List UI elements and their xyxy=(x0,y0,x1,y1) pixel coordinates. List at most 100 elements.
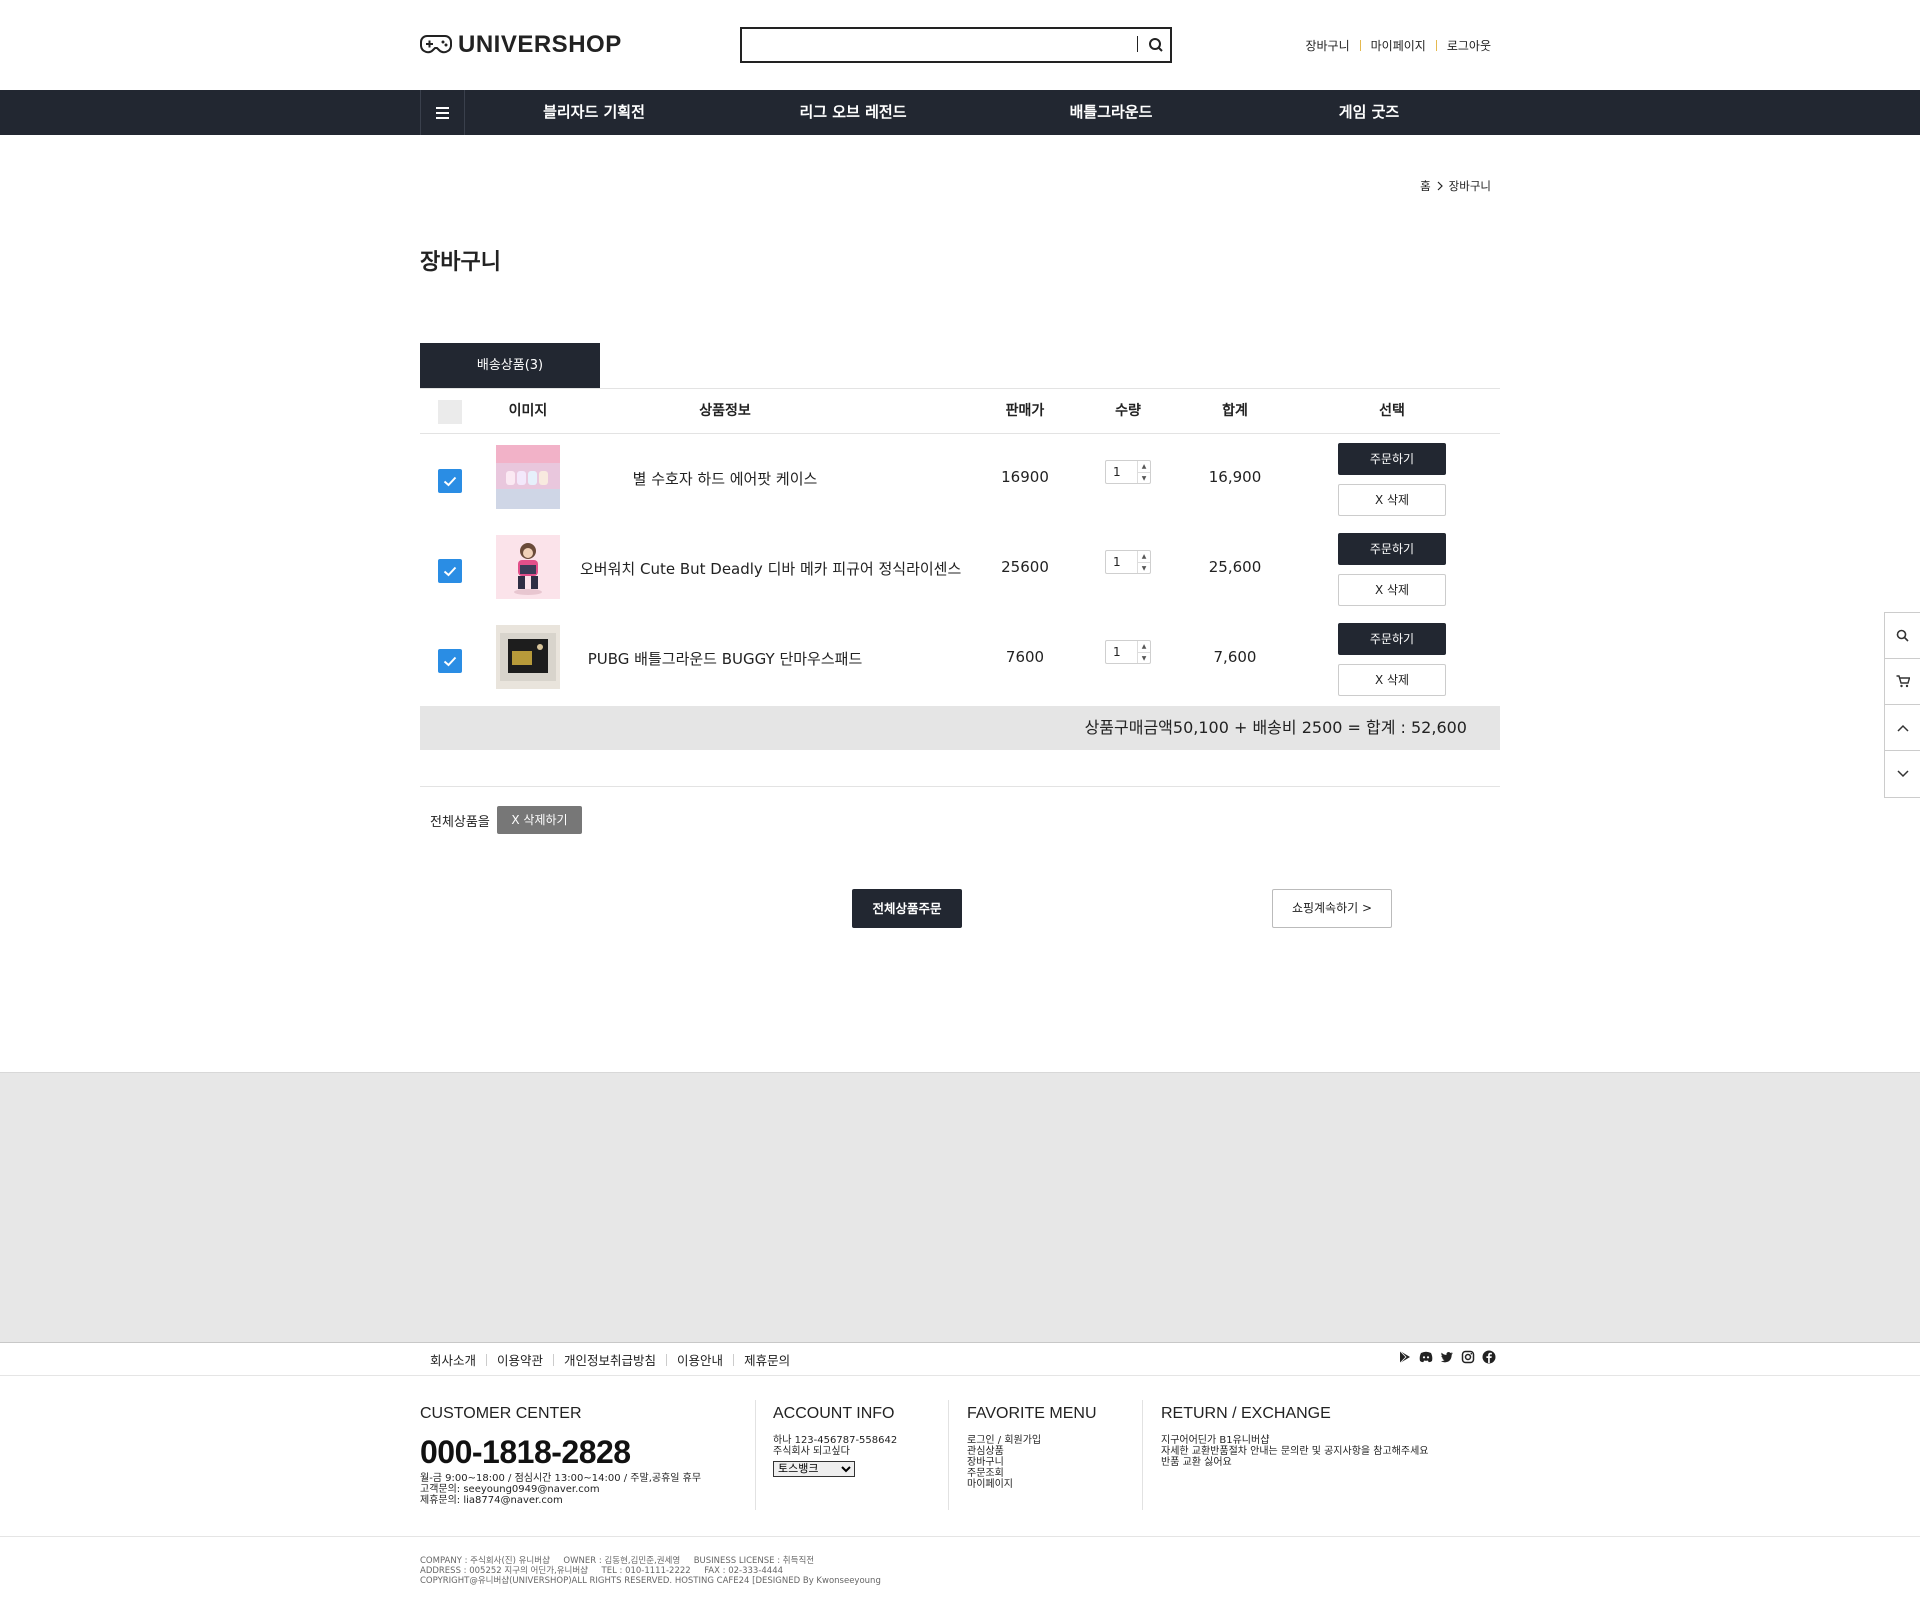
customer-center-contact: 고객문의: seeyoung0949@naver.com xyxy=(420,1484,600,1495)
favorite-link-cart[interactable]: 장바구니 xyxy=(967,1457,1097,1468)
check-icon xyxy=(443,566,457,576)
bank-select[interactable]: 토스뱅크 xyxy=(773,1461,855,1477)
caret-down-icon[interactable]: ▼ xyxy=(1138,652,1150,664)
logout-link[interactable]: 로그아웃 xyxy=(1447,37,1491,54)
search-icon[interactable] xyxy=(1885,613,1920,659)
footer-link-partnership[interactable]: 제휴문의 xyxy=(734,1350,800,1369)
row-total: 7,600 xyxy=(1213,648,1257,666)
breadcrumb-current: 장바구니 xyxy=(1448,179,1491,193)
product-image-mousepad[interactable] xyxy=(496,625,560,689)
row-checkbox[interactable] xyxy=(438,469,462,493)
customer-center-hours: 월-금 9:00~18:00 / 점심시간 13:00~14:00 / 주말,공… xyxy=(420,1473,702,1484)
product-name[interactable]: PUBG 배틀그라운드 BUGGY 단마우스패드 xyxy=(580,648,870,669)
table-row: PUBG 배틀그라운드 BUGGY 단마우스패드 7600 1 ▲ ▼ 7,600… xyxy=(420,615,1500,705)
footer-link-company[interactable]: 회사소개 xyxy=(420,1350,486,1369)
account-holder: 주식회사 되고싶다 xyxy=(773,1446,850,1457)
order-all-button[interactable]: 전체상품주문 xyxy=(852,889,962,928)
account-number: 하나 123-456787-558642 xyxy=(773,1435,898,1446)
footer-link-privacy[interactable]: 개인정보취급방침 xyxy=(554,1350,666,1369)
facebook-icon[interactable] xyxy=(1482,1350,1496,1364)
favorite-link-mypage[interactable]: 마이페이지 xyxy=(967,1479,1097,1490)
tab-delivery-items[interactable]: 배송상품(3) xyxy=(420,343,600,388)
delete-button[interactable]: X 삭제 xyxy=(1338,574,1446,606)
quantity-stepper[interactable]: 1 ▲ ▼ xyxy=(1105,640,1151,664)
mypage-link[interactable]: 마이페이지 xyxy=(1371,37,1426,54)
header-select: 선택 xyxy=(1379,403,1405,419)
header-total: 합계 xyxy=(1222,403,1248,419)
google-play-icon[interactable] xyxy=(1398,1350,1412,1364)
logo-text: UNIVERSHOP xyxy=(458,31,622,58)
check-icon xyxy=(443,476,457,486)
search-divider xyxy=(1137,36,1138,52)
product-image-airpods-case[interactable] xyxy=(496,445,560,509)
menu-button[interactable] xyxy=(420,90,465,135)
breadcrumb: 홈 장바구니 xyxy=(1420,178,1491,194)
discord-icon[interactable] xyxy=(1419,1350,1433,1364)
caret-up-icon[interactable]: ▲ xyxy=(1138,641,1150,652)
nav-item-goods[interactable]: 게임 굿즈 xyxy=(1240,90,1498,135)
arrow-up-icon[interactable] xyxy=(1885,705,1920,751)
search-bar xyxy=(740,27,1172,63)
twitter-icon[interactable] xyxy=(1440,1350,1454,1364)
quantity-stepper[interactable]: 1 ▲ ▼ xyxy=(1105,460,1151,484)
order-button[interactable]: 주문하기 xyxy=(1338,443,1446,475)
quantity-stepper[interactable]: 1 ▲ ▼ xyxy=(1105,550,1151,574)
quantity-spinner[interactable]: ▲ ▼ xyxy=(1137,551,1150,573)
caret-up-icon[interactable]: ▲ xyxy=(1138,461,1150,472)
quantity-value[interactable]: 1 xyxy=(1106,555,1137,569)
arrow-down-icon[interactable] xyxy=(1885,751,1920,797)
product-name[interactable]: 별 수호자 하드 에어팟 케이스 xyxy=(580,468,870,489)
nav-item-blizzard[interactable]: 블리자드 기획전 xyxy=(465,90,723,135)
footer-column-divider xyxy=(948,1400,949,1510)
search-input[interactable] xyxy=(742,29,1122,59)
favorite-link-wishlist[interactable]: 관심상품 xyxy=(967,1446,1097,1457)
favorite-menu-title: FAVORITE MENU xyxy=(967,1405,1097,1422)
delete-button[interactable]: X 삭제 xyxy=(1338,484,1446,516)
footer-band xyxy=(0,1072,1920,1343)
cart-link[interactable]: 장바구니 xyxy=(1305,37,1349,54)
order-button[interactable]: 주문하기 xyxy=(1338,533,1446,565)
logo[interactable]: UNIVERSHOP xyxy=(420,31,622,58)
nav-item-lol[interactable]: 리그 오브 레전드 xyxy=(724,90,982,135)
caret-down-icon[interactable]: ▼ xyxy=(1138,472,1150,484)
delete-button[interactable]: X 삭제 xyxy=(1338,664,1446,696)
bulk-label: 전체상품을 xyxy=(430,815,490,830)
row-checkbox[interactable] xyxy=(438,649,462,673)
divider xyxy=(420,786,1500,787)
table-row: 오버워치 Cute But Deadly 디바 메카 피규어 정식라이센스 25… xyxy=(420,525,1500,615)
select-all-checkbox[interactable] xyxy=(438,400,462,424)
favorite-link-login[interactable]: 로그인 / 회원가입 xyxy=(967,1435,1097,1446)
quantity-spinner[interactable]: ▲ ▼ xyxy=(1137,641,1150,663)
cart-icon[interactable] xyxy=(1885,659,1920,705)
hamburger-icon xyxy=(436,106,449,119)
caret-up-icon[interactable]: ▲ xyxy=(1138,551,1150,562)
nav-item-battlegrounds[interactable]: 배틀그라운드 xyxy=(982,90,1240,135)
search-icon[interactable] xyxy=(1146,34,1166,56)
product-price: 16900 xyxy=(1001,468,1049,486)
breadcrumb-home[interactable]: 홈 xyxy=(1420,178,1431,194)
footer-link-guide[interactable]: 이용안내 xyxy=(667,1350,733,1369)
continue-shopping-button[interactable]: 쇼핑계속하기 > xyxy=(1272,889,1392,928)
customer-center-title: CUSTOMER CENTER xyxy=(420,1405,582,1422)
instagram-icon[interactable] xyxy=(1461,1350,1475,1364)
account-info: ACCOUNT INFO 하나 123-456787-558642 주식회사 되… xyxy=(773,1405,897,1477)
row-checkbox[interactable] xyxy=(438,559,462,583)
product-price: 25600 xyxy=(1001,558,1049,576)
product-price: 7600 xyxy=(1005,648,1045,666)
top-links: 장바구니 마이페이지 로그아웃 xyxy=(1305,37,1491,54)
product-image-dva-figure[interactable] xyxy=(496,535,560,599)
main-nav: 블리자드 기획전 리그 오브 레전드 배틀그라운드 게임 굿즈 xyxy=(0,90,1920,135)
quantity-value[interactable]: 1 xyxy=(1106,645,1137,659)
footer-link-terms[interactable]: 이용약관 xyxy=(487,1350,553,1369)
favorite-link-orders[interactable]: 주문조회 xyxy=(967,1468,1097,1479)
address-info: ADDRESS : 005252 지구의 어딘가,유니버샵 TEL : 010-… xyxy=(420,1566,784,1576)
quantity-value[interactable]: 1 xyxy=(1106,465,1137,479)
header-image: 이미지 xyxy=(508,403,548,419)
delete-all-button[interactable]: X 삭제하기 xyxy=(497,806,582,834)
copyright: COMPANY : 주식회사(진) 유니버샵 OWNER : 김동현,김민준,권… xyxy=(420,1556,881,1586)
quantity-spinner[interactable]: ▲ ▼ xyxy=(1137,461,1150,483)
caret-down-icon[interactable]: ▼ xyxy=(1138,562,1150,574)
check-icon xyxy=(443,656,457,666)
product-name[interactable]: 오버워치 Cute But Deadly 디바 메카 피규어 정식라이센스 xyxy=(580,558,961,579)
order-button[interactable]: 주문하기 xyxy=(1338,623,1446,655)
